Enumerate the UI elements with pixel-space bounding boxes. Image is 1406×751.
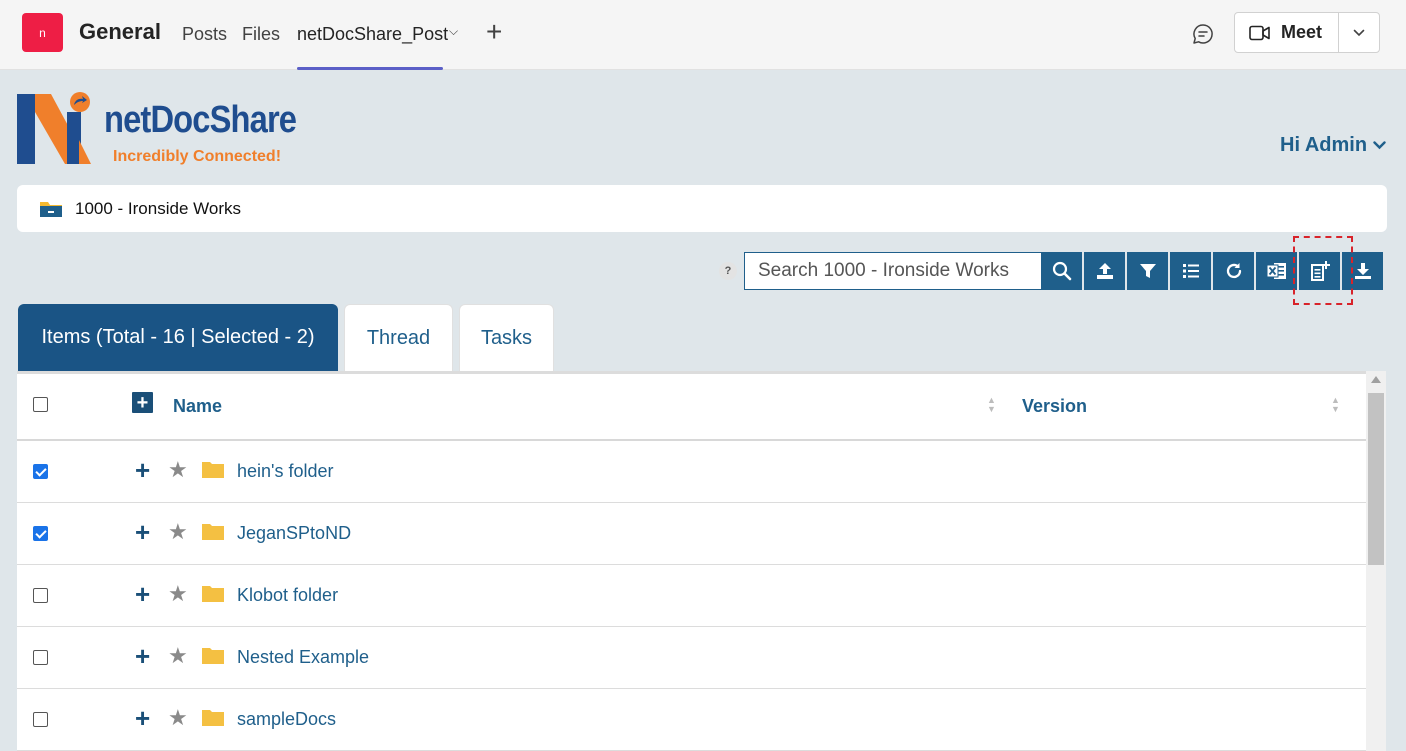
folder-icon (202, 710, 224, 726)
video-camera-icon (1249, 25, 1270, 40)
upload-icon (1096, 263, 1113, 279)
filter-button[interactable] (1127, 252, 1168, 290)
expand-all-icon[interactable]: + (132, 392, 153, 413)
greeting-label: Hi Admin (1280, 134, 1368, 156)
user-menu[interactable]: Hi Admin (1280, 134, 1386, 157)
netdocshare-logo-icon (17, 92, 91, 164)
tab-thread[interactable]: Thread (344, 304, 453, 371)
sort-icon[interactable]: ▲ ▼ (1331, 396, 1340, 414)
column-name-header[interactable]: Name (173, 396, 222, 417)
row-checkbox[interactable] (33, 588, 48, 603)
star-icon[interactable]: ★ (168, 581, 188, 607)
expand-icon[interactable]: + (135, 705, 150, 731)
selection-highlight (1293, 236, 1353, 305)
filter-icon (1139, 264, 1156, 278)
item-name[interactable]: JeganSPtoND (237, 523, 351, 544)
star-icon[interactable]: ★ (168, 519, 188, 545)
scroll-thumb[interactable] (1368, 393, 1384, 565)
expand-icon[interactable]: + (135, 519, 150, 545)
expand-icon[interactable]: + (135, 643, 150, 669)
meet-button[interactable]: Meet (1234, 12, 1380, 53)
tab-netdocshare-post[interactable]: netDocShare_Post (297, 24, 448, 45)
cabinet-icon (40, 201, 62, 217)
scroll-up-icon[interactable] (1371, 376, 1381, 383)
search-icon (1052, 261, 1071, 281)
item-name[interactable]: Klobot folder (237, 585, 338, 606)
brand-name: netDocShare (104, 99, 297, 141)
upload-button[interactable] (1084, 252, 1125, 290)
chevron-down-icon[interactable]: ⌵ (449, 24, 458, 39)
star-icon[interactable]: ★ (168, 705, 188, 731)
active-tab-indicator (297, 67, 443, 70)
search-input[interactable] (744, 252, 1041, 290)
search-button[interactable] (1041, 252, 1082, 290)
star-icon[interactable]: ★ (168, 457, 188, 483)
conversation-icon[interactable] (1191, 22, 1215, 46)
tab-posts[interactable]: Posts (182, 24, 227, 45)
meet-main-button[interactable]: Meet (1235, 13, 1339, 52)
tab-items[interactable]: Items (Total - 16 | Selected - 2) (18, 304, 338, 371)
teams-header: n General Posts Files netDocShare_Post ⌵… (0, 0, 1406, 70)
breadcrumb-label[interactable]: 1000 - Ironside Works (75, 199, 241, 219)
sort-icon[interactable]: ▲ ▼ (987, 396, 996, 414)
meet-label: Meet (1281, 22, 1323, 42)
table-row[interactable]: + ★ Klobot folder (17, 565, 1366, 627)
items-grid: + Name ▲ ▼ Version ▲ ▼ + ★ hein's folder +… (17, 371, 1366, 751)
star-icon[interactable]: ★ (168, 643, 188, 669)
folder-icon (202, 524, 224, 540)
help-icon[interactable]: ? (719, 262, 737, 280)
chevron-down-icon (1353, 29, 1365, 36)
item-name[interactable]: hein's folder (237, 461, 334, 482)
breadcrumb: 1000 - Ironside Works (17, 185, 1387, 232)
add-tab-icon[interactable]: + (486, 18, 502, 46)
grid-header: + Name ▲ ▼ Version ▲ ▼ (17, 374, 1366, 441)
select-all-checkbox[interactable] (33, 397, 48, 412)
list-view-button[interactable] (1170, 252, 1211, 290)
tab-files[interactable]: Files (242, 24, 280, 45)
export-excel-button[interactable] (1256, 252, 1297, 290)
table-row[interactable]: + ★ sampleDocs (17, 689, 1366, 751)
folder-icon (202, 586, 224, 602)
table-row[interactable]: + ★ hein's folder (17, 441, 1366, 503)
tab-tasks[interactable]: Tasks (459, 304, 554, 371)
chevron-down-icon (1373, 141, 1386, 150)
grid-scrollbar[interactable] (1366, 371, 1386, 751)
expand-icon[interactable]: + (135, 457, 150, 483)
row-checkbox[interactable] (33, 650, 48, 665)
download-icon (1354, 263, 1371, 279)
list-view-icon (1182, 264, 1199, 278)
table-row[interactable]: + ★ JeganSPtoND (17, 503, 1366, 565)
item-name[interactable]: sampleDocs (237, 709, 336, 730)
team-avatar[interactable]: n (22, 13, 63, 52)
item-name[interactable]: Nested Example (237, 647, 369, 668)
row-checkbox[interactable] (33, 712, 48, 727)
refresh-button[interactable] (1213, 252, 1254, 290)
table-row[interactable]: + ★ Nested Example (17, 627, 1366, 689)
channel-title: General (79, 19, 161, 44)
brand-tagline: Incredibly Connected! (113, 148, 282, 165)
folder-icon (202, 648, 224, 664)
meet-dropdown[interactable] (1339, 13, 1379, 52)
excel-export-icon (1266, 263, 1286, 279)
column-version-header[interactable]: Version (1022, 396, 1087, 417)
folder-icon (202, 462, 224, 478)
expand-icon[interactable]: + (135, 581, 150, 607)
row-checkbox[interactable] (33, 526, 48, 541)
row-checkbox[interactable] (33, 464, 48, 479)
refresh-icon (1226, 263, 1241, 279)
